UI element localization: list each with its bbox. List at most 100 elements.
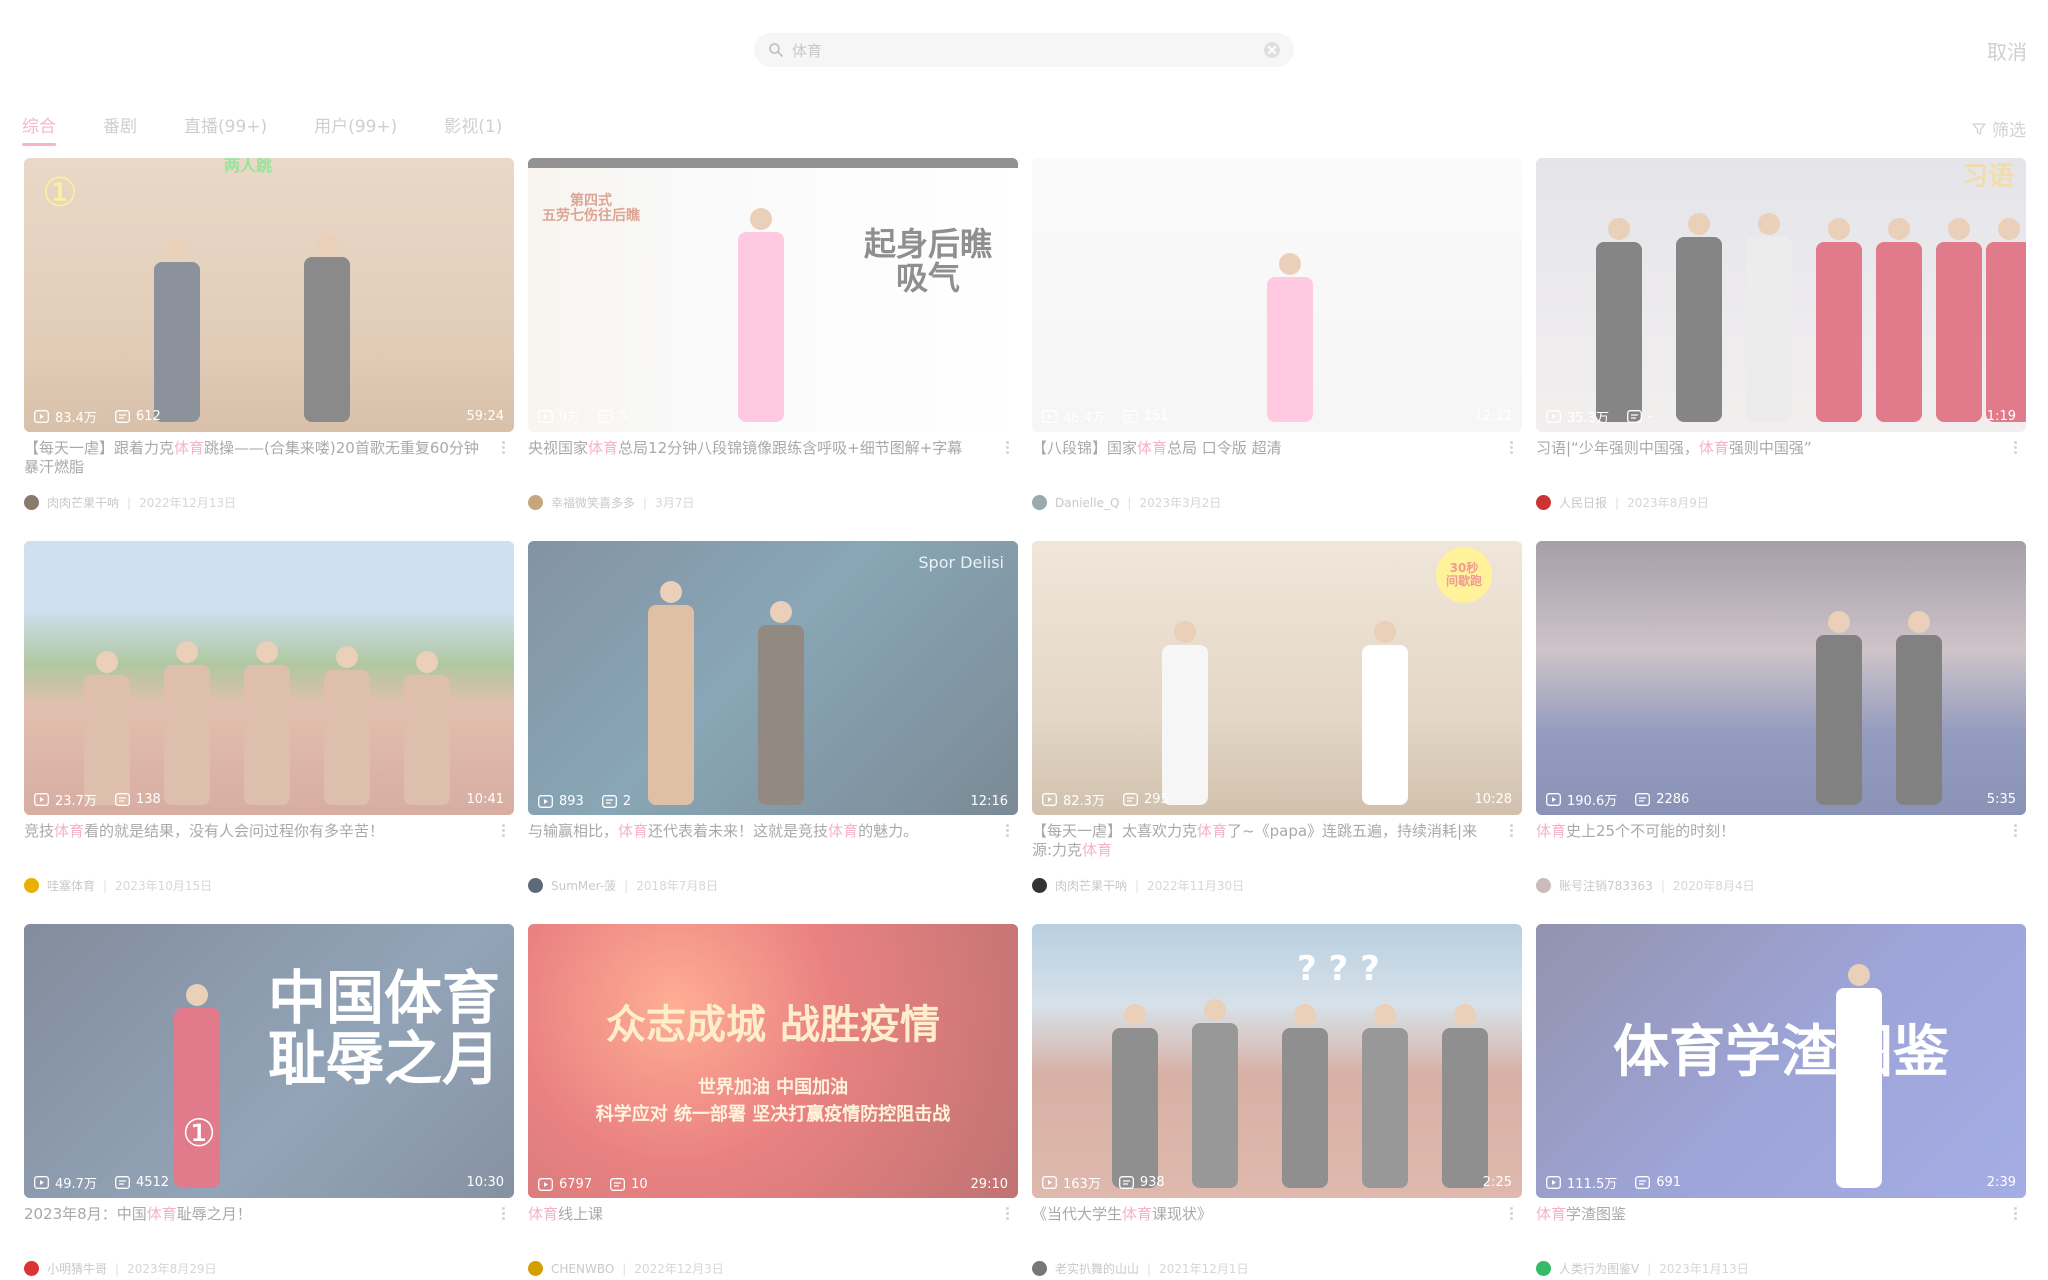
more-options-icon[interactable] <box>1510 1207 1514 1221</box>
video-title[interactable]: 【每天一虐】太喜欢力克体育了~《papa》连跳五遍，持续消耗|来源:力克体育 <box>1032 822 1522 862</box>
filter-icon <box>1972 122 1986 135</box>
video-title[interactable]: 体育线上课 <box>528 1205 1018 1245</box>
video-card[interactable]: 众志成城 战胜疫情 世界加油 中国加油 科学应对 统一部署 坚决打赢疫情防控阻击战… <box>528 924 1018 1280</box>
uploader-info[interactable]: SumMer-菠 | 2018年7月8日 <box>528 877 718 894</box>
video-thumbnail[interactable]: 30秒 间歇跑 82.3万 295 10:28 <box>1032 541 1522 815</box>
cancel-button[interactable]: 取消 <box>1987 36 2027 65</box>
video-title[interactable]: 体育学渣图鉴 <box>1536 1205 2026 1245</box>
more-options-icon[interactable] <box>1006 1207 1010 1221</box>
title-text: 【每天一虐】太喜欢力克 <box>1032 822 1198 840</box>
play-count-icon <box>34 793 49 806</box>
video-title[interactable]: 【八段锦】国家体育总局 口令版 超清 <box>1032 439 1522 479</box>
video-thumbnail[interactable]: 190.6万 2286 5:35 <box>1536 541 2026 815</box>
tab-users[interactable]: 用户(99+) <box>314 114 397 146</box>
more-options-icon[interactable] <box>502 1207 506 1221</box>
video-card[interactable]: 起身后瞧 吸气 第四式 五劳七伤往后瞧 9万 5 12:00 央视国家体育总局1… <box>528 158 1018 541</box>
uploader-name[interactable]: 账号注销783363 <box>1559 877 1653 894</box>
uploader-name[interactable]: 老实扒舞的山山 <box>1055 1260 1139 1277</box>
video-title[interactable]: 竞技体育看的就是结果，没有人会问过程你有多辛苦！ <box>24 822 514 862</box>
keyword-highlight: 体育 <box>1536 822 1567 840</box>
video-card[interactable]: 46.4万 151 12:12 【八段锦】国家体育总局 口令版 超清 Danie… <box>1032 158 1522 541</box>
uploader-name[interactable]: SumMer-菠 <box>551 877 616 894</box>
title-text: 还代表着未来！这就是竞技 <box>648 822 829 840</box>
uploader-info[interactable]: 幸福微笑喜多多 | 3月7日 <box>528 494 694 511</box>
uploader-name[interactable]: CHENWBO <box>551 1262 614 1276</box>
video-thumbnail[interactable]: 中国体育 耻辱之月 ① 49.7万 4512 10:30 <box>24 924 514 1198</box>
uploader-name[interactable]: 人民日报 <box>1559 494 1607 511</box>
video-title[interactable]: 【每天一虐】跟着力克体育跳操——(合集来喽)20首歌无重复60分钟暴汗燃脂 <box>24 439 514 479</box>
video-card[interactable]: 中国体育 耻辱之月 ① 49.7万 4512 10:30 2023年8月：中国体… <box>24 924 514 1280</box>
uploader-name[interactable]: 肉肉芒果干呐 <box>1055 877 1127 894</box>
video-card[interactable]: 190.6万 2286 5:35 体育史上25个不可能的时刻！ 账号注销7833… <box>1536 541 2026 924</box>
view-count: 163万 <box>1042 1173 1101 1192</box>
uploader-name[interactable]: Danielle_Q <box>1055 496 1119 510</box>
uploader-name[interactable]: 小明猜牛哥 <box>47 1260 107 1277</box>
video-title[interactable]: 2023年8月：中国体育耻辱之月！ <box>24 1205 514 1245</box>
more-options-icon[interactable] <box>1510 824 1514 838</box>
search-bar[interactable] <box>754 33 1294 67</box>
video-title[interactable]: 《当代大学生体育课现状》 <box>1032 1205 1522 1245</box>
video-card[interactable]: 两人跳 ① 83.4万 612 59:24 【每天一虐】跟着力克体育跳操——(合… <box>24 158 514 541</box>
more-options-icon[interactable] <box>502 441 506 455</box>
filter-button[interactable]: 筛选 <box>1972 116 2026 141</box>
more-options-icon[interactable] <box>1006 824 1010 838</box>
tab-films[interactable]: 影视(1) <box>444 114 502 146</box>
uploader-info[interactable]: 哇塞体育 | 2023年10月15日 <box>24 877 212 894</box>
uploader-info[interactable]: 账号注销783363 | 2020年8月4日 <box>1536 877 1755 894</box>
uploader-info[interactable]: 肉肉芒果干呐 | 2022年12月13日 <box>24 494 236 511</box>
view-count: 111.5万 <box>1546 1173 1617 1192</box>
uploader-info[interactable]: Danielle_Q | 2023年3月2日 <box>1032 494 1221 511</box>
video-duration: 1:19 <box>1986 409 2016 424</box>
video-title[interactable]: 央视国家体育总局12分钟八段锦镜像跟练含呼吸+细节图解+字幕 <box>528 439 1018 479</box>
tab-live[interactable]: 直播(99+) <box>184 114 267 146</box>
view-count: 83.4万 <box>34 407 97 426</box>
uploader-info[interactable]: 人民日报 | 2023年8月9日 <box>1536 494 1709 511</box>
more-options-icon[interactable] <box>1510 441 1514 455</box>
more-options-icon[interactable] <box>2014 824 2018 838</box>
video-thumbnail[interactable]: 体育学渣图鉴 111.5万 691 2:39 <box>1536 924 2026 1198</box>
tab-all[interactable]: 综合 <box>22 114 56 146</box>
more-options-icon[interactable] <box>502 824 506 838</box>
more-options-icon[interactable] <box>2014 1207 2018 1221</box>
publish-date: 2023年1月13日 <box>1659 1262 1749 1276</box>
uploader-info[interactable]: 肉肉芒果干呐 | 2022年11月30日 <box>1032 877 1244 894</box>
video-thumbnail[interactable]: 习语 35.3万 - 1:19 <box>1536 158 2026 432</box>
more-options-icon[interactable] <box>2014 441 2018 455</box>
thumbnail-stats: 23.7万 138 10:41 <box>34 790 504 809</box>
video-card[interactable]: 23.7万 138 10:41 竞技体育看的就是结果，没有人会问过程你有多辛苦！… <box>24 541 514 924</box>
uploader-info[interactable]: 人类行为图鉴V | 2023年1月13日 <box>1536 1260 1749 1277</box>
video-card[interactable]: 体育学渣图鉴 111.5万 691 2:39 体育学渣图鉴 人类行为图鉴V | … <box>1536 924 2026 1280</box>
uploader-name[interactable]: 人类行为图鉴V <box>1559 1260 1639 1277</box>
video-duration: 12:12 <box>1474 409 1512 424</box>
uploader-name[interactable]: 幸福微笑喜多多 <box>551 494 635 511</box>
video-thumbnail[interactable]: 两人跳 ① 83.4万 612 59:24 <box>24 158 514 432</box>
search-input[interactable] <box>792 41 1264 59</box>
uploader-name[interactable]: 肉肉芒果干呐 <box>47 494 119 511</box>
video-card[interactable]: ? ? ? 163万 938 2:25 《当代大学生体育课现状》 老实扒舞的山山… <box>1032 924 1522 1280</box>
video-title[interactable]: 习语|“少年强则中国强，体育强则中国强” <box>1536 439 2026 479</box>
uploader-name[interactable]: 哇塞体育 <box>47 877 95 894</box>
video-card[interactable]: Spor Delisi 893 2 12:16 与输赢相比，体育还代表着未来！这… <box>528 541 1018 924</box>
title-text: 央视国家 <box>528 439 589 457</box>
keyword-highlight: 体育 <box>618 822 649 840</box>
thumbnail-stats: 49.7万 4512 10:30 <box>34 1173 504 1192</box>
video-thumbnail[interactable]: 23.7万 138 10:41 <box>24 541 514 815</box>
search-result-tabs: 综合 番剧 直播(99+) 用户(99+) 影视(1) <box>22 114 549 146</box>
uploader-info[interactable]: CHENWBO | 2022年12月3日 <box>528 1260 724 1277</box>
danmaku-icon <box>115 410 130 423</box>
video-title[interactable]: 体育史上25个不可能的时刻！ <box>1536 822 2026 862</box>
tab-bangumi[interactable]: 番剧 <box>103 114 137 146</box>
uploader-info[interactable]: 小明猜牛哥 | 2023年8月29日 <box>24 1260 217 1277</box>
video-card[interactable]: 30秒 间歇跑 82.3万 295 10:28 【每天一虐】太喜欢力克体育了~《… <box>1032 541 1522 924</box>
uploader-info[interactable]: 老实扒舞的山山 | 2021年12月1日 <box>1032 1260 1249 1277</box>
clear-search-icon[interactable] <box>1264 42 1280 58</box>
video-thumbnail[interactable]: Spor Delisi 893 2 12:16 <box>528 541 1018 815</box>
video-thumbnail[interactable]: 众志成城 战胜疫情 世界加油 中国加油 科学应对 统一部署 坚决打赢疫情防控阻击战… <box>528 924 1018 1198</box>
video-title[interactable]: 与输赢相比，体育还代表着未来！这就是竞技体育的魅力。 <box>528 822 1018 862</box>
video-thumbnail[interactable]: 46.4万 151 12:12 <box>1032 158 1522 432</box>
video-card[interactable]: 习语 35.3万 - 1:19 习语|“少年强则中国强，体育强则中国强” 人民日… <box>1536 158 2026 541</box>
video-thumbnail[interactable]: 起身后瞧 吸气 第四式 五劳七伤往后瞧 9万 5 12:00 <box>528 158 1018 432</box>
more-options-icon[interactable] <box>1006 441 1010 455</box>
comment-count: 938 <box>1118 1175 1165 1190</box>
video-thumbnail[interactable]: ? ? ? 163万 938 2:25 <box>1032 924 1522 1198</box>
